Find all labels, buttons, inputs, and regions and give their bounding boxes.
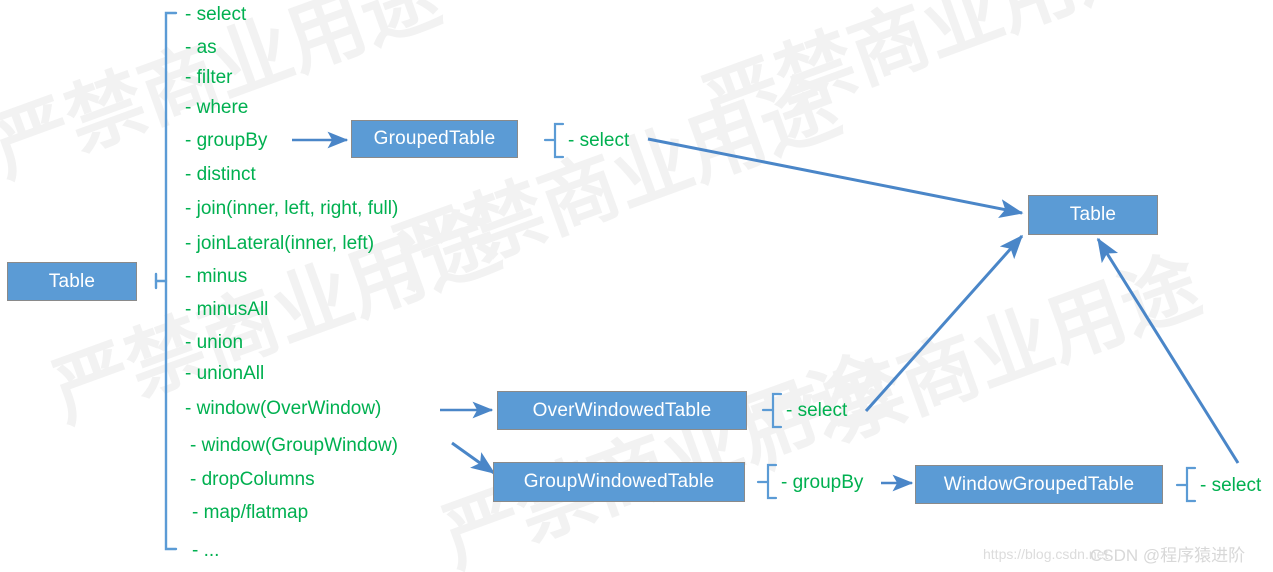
node-window-grouped-table[interactable]: WindowGroupedTable — [915, 465, 1163, 504]
method-groupedtable-select: - select — [568, 130, 630, 151]
node-label: OverWindowedTable — [532, 399, 712, 421]
method-windowgroupedtable-select: - select — [1200, 475, 1262, 496]
method-table-window-group: - window(GroupWindow) — [190, 435, 399, 456]
node-label: Table — [48, 270, 96, 292]
method-table-filter: - filter — [185, 67, 233, 88]
method-table-minusall: - minusAll — [185, 299, 269, 320]
method-table-ellipsis: - ... — [192, 540, 220, 561]
node-label: GroupWindowedTable — [523, 471, 715, 492]
bracket-table-methods — [154, 11, 178, 551]
method-table-distinct: - distinct — [185, 164, 256, 185]
diagram-canvas: 严禁商业用途 严禁商业用途 严禁商业用途 严禁商业用途 严禁商业用途 严禁商业用… — [0, 0, 1273, 572]
node-label: WindowGroupedTable — [943, 473, 1135, 495]
method-table-where: - where — [185, 97, 249, 118]
node-group-windowed-table[interactable]: GroupWindowedTable — [493, 462, 745, 502]
method-table-unionall: - unionAll — [185, 363, 265, 384]
node-label: GroupedTable — [373, 128, 496, 149]
method-overwindowedtable-select: - select — [786, 400, 848, 421]
method-table-joinlateral: - joinLateral(inner, left) — [185, 233, 375, 254]
method-table-union: - union — [185, 332, 244, 353]
bracket-grouped-table — [543, 122, 565, 159]
bracket-over-windowed-table — [761, 392, 783, 429]
method-table-minus: - minus — [185, 266, 248, 287]
method-groupwindowedtable-groupby: - groupBy — [781, 472, 864, 493]
arrow-groupedtable-select-to-table — [647, 137, 1024, 219]
method-table-select: - select — [185, 4, 247, 25]
arrow-overwindowedtable-select-to-table — [864, 234, 1024, 412]
footer-credit: CSDN @程序猿进阶 — [1090, 546, 1246, 565]
method-table-groupby: - groupBy — [185, 130, 268, 151]
method-table-dropcolumns: - dropColumns — [190, 469, 315, 490]
node-label: Table — [1069, 204, 1117, 225]
node-grouped-table[interactable]: GroupedTable — [351, 120, 518, 158]
node-over-windowed-table[interactable]: OverWindowedTable — [497, 391, 747, 430]
bracket-window-grouped-table — [1175, 466, 1197, 503]
bracket-group-windowed-table — [756, 463, 778, 500]
node-table-right[interactable]: Table — [1028, 195, 1158, 235]
arrow-groupwindow-to-groupwindowedtable — [451, 441, 496, 475]
method-table-mapflatmap: - map/flatmap — [192, 502, 309, 523]
method-table-as: - as — [185, 37, 217, 58]
node-table-left[interactable]: Table — [7, 262, 137, 301]
arrow-windowgroupedtable-select-to-table — [1096, 237, 1240, 464]
method-table-join: - join(inner, left, right, full) — [185, 198, 399, 219]
method-table-window-over: - window(OverWindow) — [185, 398, 382, 419]
